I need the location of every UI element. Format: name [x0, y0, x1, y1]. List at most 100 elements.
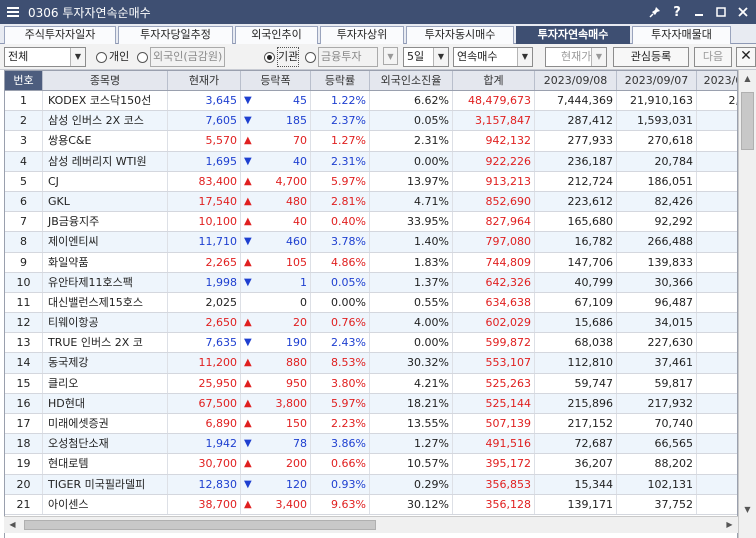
tab-investor-simultaneous-buy[interactable]: 투자자동시매수 [406, 26, 514, 44]
cell-date-2: 96,487 [617, 292, 697, 313]
radio-foreign[interactable]: 외국인(금감원) [137, 47, 226, 67]
cell-price: 5,570 [168, 131, 241, 151]
table-row[interactable]: 6 GKL 17,540 ▲ 480 2.81% 4.71% 852,690 223,612 82… [5, 191, 737, 213]
chevron-down-icon[interactable]: ▼ [70, 48, 85, 66]
column-header-sum[interactable]: 합계 [453, 71, 535, 90]
table-row[interactable]: 8 제이엔티씨 11,710 ▼ 460 3.78% 1.40% 797,080 16,782 2… [5, 232, 737, 253]
tab-foreign-trend[interactable]: 외국인추이 [235, 26, 318, 44]
table-row[interactable]: 7 JB금융지주 10,100 ▲ 40 0.40% 33.95% 827,964 165,68… [5, 212, 737, 233]
cell-date-1: 36,207 [535, 454, 617, 474]
table-row[interactable]: 3 쌍용C&E 5,570 ▲ 70 1.27% 2.31% 942,132 277,933 27… [5, 131, 737, 152]
tab-investor-daily[interactable]: 주식투자자일자 [4, 26, 116, 44]
radio-circle-icon [137, 51, 148, 63]
column-header-date-2[interactable]: 2023/09/07 [617, 71, 697, 90]
table-row[interactable]: 12 티웨이항공 2,650 ▲ 20 0.76% 4.00% 602,029 15,686 34… [5, 313, 737, 334]
column-header-foreign-ratio[interactable]: 외국인소진율 [370, 71, 453, 90]
mode-select[interactable]: 연속매수 ▼ [453, 47, 533, 67]
cell-price: 25,950 [168, 373, 241, 393]
radio-institution-sub[interactable]: 금융투자 [305, 47, 378, 67]
table-row[interactable]: 11 대신밸런스제15호스 2,025 0 0.00% 0.55% 634,638 67,10… [5, 292, 737, 314]
cell-rate: 5.97% [311, 393, 370, 413]
table-row[interactable]: 4 삼성 레버리지 WTI원 1,695 ▼ 40 2.31% 0.00% 922,226 23… [5, 151, 737, 172]
table-row[interactable]: 16 HD현대 67,500 ▲ 3,800 5.97% 18.21% 525,144 215,… [5, 393, 737, 414]
table-row[interactable]: 19 현대로템 30,700 ▲ 200 0.66% 10.57% 395,172 36,207… [5, 454, 737, 475]
hamburger-icon[interactable] [6, 5, 20, 19]
cell-date-1: 277,933 [535, 131, 617, 151]
cell-sum: 797,080 [453, 232, 535, 252]
period-select[interactable]: 5일 ▼ [403, 47, 449, 67]
watch-register-button[interactable]: 관심등록 [613, 47, 689, 67]
cell-change: 0 [241, 292, 311, 313]
cell-date-1: 68,038 [535, 333, 617, 353]
triangle-up-icon: ▲ [244, 397, 252, 409]
table-row[interactable]: 20 TIGER 미국필라델피 12,830 ▼ 120 0.93% 0.29% 356,85… [5, 474, 737, 495]
triangle-down-icon: ▼ [244, 115, 252, 127]
table-row[interactable]: 9 화일약품 2,265 ▲ 105 4.86% 1.83% 744,809 147,706 13… [5, 252, 737, 273]
column-header-price[interactable]: 현재가 [168, 71, 241, 90]
chevron-down-icon[interactable]: ▼ [383, 47, 398, 65]
scroll-thumb[interactable] [741, 92, 754, 150]
cell-change: ▲ 20 [241, 313, 311, 333]
cell-sum: 827,964 [453, 212, 535, 232]
table-row[interactable]: 2 삼성 인버스 2X 코스 7,605 ▼ 185 2.37% 0.05% 3,157,84… [5, 111, 737, 132]
horizontal-scrollbar[interactable]: ◀ ▶ [4, 516, 738, 533]
chevron-down-icon[interactable]: ▼ [517, 48, 532, 66]
table-row[interactable]: 21 아이센스 38,700 ▲ 3,400 9.63% 30.12% 356,128 139,… [5, 494, 737, 515]
column-header-date-3[interactable]: 2023/09 [697, 71, 737, 90]
scroll-left-icon[interactable]: ◀ [4, 517, 21, 533]
close-panel-button[interactable]: ✕ [736, 47, 756, 67]
cell-date-2: 139,833 [617, 252, 697, 272]
cell-name: 현대로템 [43, 454, 168, 474]
cell-no: 10 [5, 272, 43, 292]
vertical-scrollbar[interactable]: ▲ ▼ [738, 70, 756, 538]
radio-institution[interactable]: 기관 [264, 47, 300, 67]
question-icon[interactable]: ? [668, 3, 686, 21]
minimize-icon[interactable] [690, 3, 708, 21]
cell-date-3: 9 [697, 434, 737, 453]
cell-price: 6,890 [168, 414, 241, 434]
column-header-change[interactable]: 등락폭 [241, 71, 311, 90]
cell-sum: 395,172 [453, 454, 535, 474]
price-type-select[interactable]: 현재가 ▼ [545, 47, 607, 67]
chevron-down-icon[interactable]: ▼ [433, 48, 448, 66]
scroll-down-icon[interactable]: ▼ [739, 501, 756, 518]
table-row[interactable]: 13 TRUE 인버스 2X 코 7,635 ▼ 190 2.43% 0.00% 599,87… [5, 333, 737, 354]
table-row[interactable]: 5 CJ 83,400 ▲ 4,700 5.97% 13.97% 913,213 212,724… [5, 171, 737, 192]
table-row[interactable]: 15 클리오 25,950 ▲ 950 3.80% 4.21% 525,263 59,747 59… [5, 373, 737, 394]
cell-name: KODEX 코스닥150선 [43, 91, 168, 111]
tab-investor-volume-profile[interactable]: 투자자매물대 [632, 26, 731, 44]
institution-sub-dropdown[interactable]: ▼ [383, 47, 398, 67]
cell-price: 12,830 [168, 474, 241, 494]
column-header-no[interactable]: 번호 [5, 71, 43, 90]
cell-date-3: 1 [697, 293, 737, 312]
cell-change: ▼ 190 [241, 333, 311, 353]
tab-investor-top[interactable]: 투자자상위 [320, 26, 404, 44]
cell-date-1: 59,747 [535, 373, 617, 393]
table-row[interactable]: 10 유안타제11호스팩 1,998 ▼ 1 0.05% 1.37% 642,326 40,79… [5, 272, 737, 293]
scroll-up-icon[interactable]: ▲ [739, 70, 756, 87]
cell-date-1: 15,686 [535, 313, 617, 333]
column-header-name[interactable]: 종목명 [43, 71, 168, 90]
table-row[interactable]: 1 KODEX 코스닥150선 3,645 ▼ 45 1.22% 6.62% 48,479,6… [5, 91, 737, 112]
next-button[interactable]: 다음 [694, 47, 732, 67]
mode-select-value: 연속매수 [457, 50, 498, 63]
cell-date-3: 10 [697, 475, 737, 494]
tab-investor-consecutive-buy[interactable]: 투자자연속매수 [516, 26, 630, 44]
scroll-right-icon[interactable]: ▶ [721, 517, 738, 533]
cell-name: 동국제강 [43, 353, 168, 373]
market-select[interactable]: 전체 ▼ [4, 47, 86, 67]
cell-change: ▲ 3,400 [241, 494, 311, 514]
close-icon[interactable] [734, 3, 752, 21]
cell-foreign-ratio: 1.83% [370, 252, 453, 272]
pin-icon[interactable] [646, 3, 664, 21]
table-row[interactable]: 14 동국제강 11,200 ▲ 880 8.53% 30.32% 553,107 112,81… [5, 353, 737, 374]
scroll-thumb[interactable] [24, 520, 376, 530]
tab-investor-today-estimate[interactable]: 투자자당일추정 [118, 26, 233, 44]
column-header-rate[interactable]: 등락률 [311, 71, 370, 90]
table-row[interactable]: 17 미래에셋증권 6,890 ▲ 150 2.23% 13.55% 507,139 217,1… [5, 414, 737, 435]
chevron-down-icon[interactable]: ▼ [591, 48, 606, 66]
column-header-date-1[interactable]: 2023/09/08 [535, 71, 617, 90]
radio-individual[interactable]: 개인 [96, 47, 129, 67]
table-row[interactable]: 18 오성첨단소재 1,942 ▼ 78 3.86% 1.27% 491,516 72,687 6… [5, 434, 737, 455]
maximize-icon[interactable] [712, 3, 730, 21]
